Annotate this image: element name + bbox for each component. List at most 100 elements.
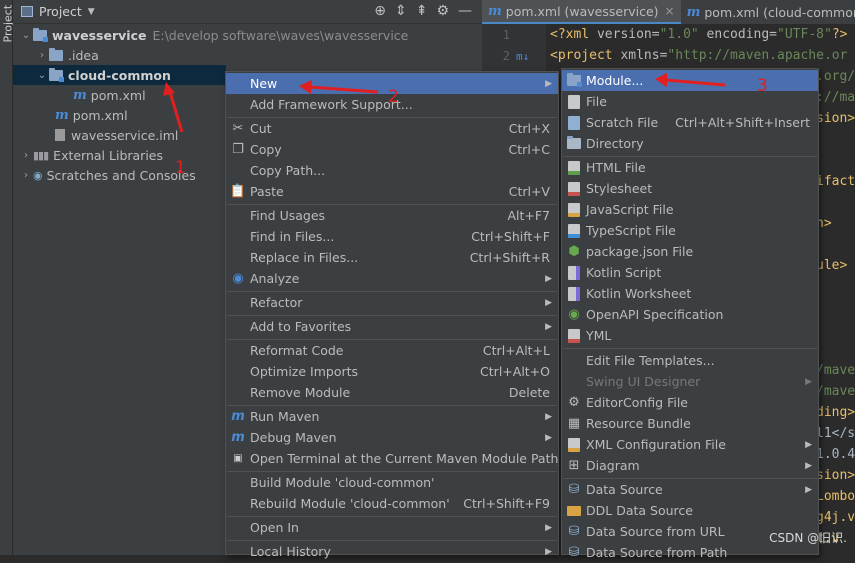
menu-item-refactor[interactable]: Refactor ▶ bbox=[226, 292, 558, 313]
crosshair-icon[interactable]: ⊕ bbox=[374, 3, 386, 19]
tree-item-cloud-common[interactable]: ⌄ cloud-common bbox=[13, 65, 226, 85]
chevron-down-icon[interactable]: ⌄ bbox=[35, 70, 49, 81]
code-fragment: 1.0.4 bbox=[816, 447, 855, 462]
menu-item-add-to-favorites[interactable]: Add to Favorites ▶ bbox=[226, 316, 558, 337]
menu-item-label: Debug Maven bbox=[250, 430, 337, 445]
submenu-arrow-icon: ▶ bbox=[545, 411, 552, 422]
menu-item-label: Replace in Files... bbox=[250, 250, 359, 265]
tree-item-scratches[interactable]: › ◉ Scratches and Consoles bbox=[19, 165, 196, 185]
file-icon bbox=[566, 94, 582, 110]
chevron-right-icon[interactable]: › bbox=[19, 170, 33, 181]
code-line-2: <project xmlns="http://maven.apache.or bbox=[550, 48, 847, 63]
minimize-icon[interactable]: — bbox=[458, 3, 472, 19]
scissors-icon: ✂ bbox=[232, 121, 244, 136]
menu-item-label: package.json File bbox=[586, 244, 694, 259]
maven-override-icon[interactable]: m↓ bbox=[516, 50, 529, 63]
code-fragment: ://ma bbox=[816, 90, 855, 105]
html-file-icon bbox=[566, 160, 582, 176]
project-tool-window-strip[interactable]: Project bbox=[0, 0, 15, 555]
menu-item-shortcut: Ctrl+V bbox=[508, 184, 550, 199]
menu-item-ddl-data-source[interactable]: DDL Data Source bbox=[562, 500, 818, 521]
scratches-icon: ◉ bbox=[33, 168, 43, 182]
menu-item-paste[interactable]: 📋 Paste Ctrl+V bbox=[226, 181, 558, 202]
code-token: ?> bbox=[831, 27, 848, 42]
project-view-selector[interactable]: Project ▼ bbox=[13, 4, 95, 19]
chevron-down-icon[interactable]: ⌄ bbox=[19, 30, 33, 41]
menu-item-label: Data Source from URL bbox=[586, 524, 725, 539]
tree-item-label: wavesservice bbox=[52, 27, 147, 43]
gear-icon[interactable]: ⚙ bbox=[436, 3, 449, 19]
menu-item-edit-file-templates[interactable]: Edit File Templates... bbox=[562, 350, 818, 371]
menu-item-rebuild-module[interactable]: Rebuild Module 'cloud-common' Ctrl+Shift… bbox=[226, 493, 558, 514]
menu-item-label: OpenAPI Specification bbox=[586, 307, 724, 322]
tab-pom-cloud-common[interactable]: m pom.xml (cloud-common) bbox=[681, 0, 855, 24]
menu-item-file[interactable]: File bbox=[562, 91, 818, 112]
menu-item-xml-config[interactable]: XML Configuration File ▶ bbox=[562, 434, 818, 455]
tree-item-iml[interactable]: wavesservice.iml bbox=[55, 125, 178, 145]
menu-item-copy-path[interactable]: Copy Path... bbox=[226, 160, 558, 181]
menu-item-copy[interactable]: ❐ Copy Ctrl+C bbox=[226, 139, 558, 160]
menu-item-shortcut: Alt+F7 bbox=[507, 208, 550, 223]
menu-item-label: HTML File bbox=[586, 160, 646, 175]
menu-item-openapi[interactable]: ◉ OpenAPI Specification bbox=[562, 304, 818, 325]
menu-item-kotlin-script[interactable]: Kotlin Script bbox=[562, 262, 818, 283]
menu-item-build-module[interactable]: Build Module 'cloud-common' bbox=[226, 472, 558, 493]
menu-item-reformat-code[interactable]: Reformat Code Ctrl+Alt+L bbox=[226, 340, 558, 361]
menu-item-optimize-imports[interactable]: Optimize Imports Ctrl+Alt+O bbox=[226, 361, 558, 382]
menu-item-local-history[interactable]: Local History ▶ bbox=[226, 541, 558, 562]
tree-item-root-pom[interactable]: m pom.xml bbox=[55, 105, 128, 125]
menu-item-module[interactable]: Module... bbox=[562, 70, 818, 91]
menu-item-run-maven[interactable]: m Run Maven ▶ bbox=[226, 406, 558, 427]
maven-file-icon: m bbox=[686, 4, 701, 20]
menu-item-remove-module[interactable]: Remove Module Delete bbox=[226, 382, 558, 403]
menu-item-label: Refactor bbox=[250, 295, 303, 310]
menu-item-label: Open Terminal at the Current Maven Modul… bbox=[250, 451, 559, 466]
menu-separator bbox=[563, 348, 817, 349]
tree-item-label: pom.xml bbox=[90, 87, 146, 103]
chevron-right-icon[interactable]: › bbox=[35, 50, 49, 61]
menu-item-cut[interactable]: ✂ Cut Ctrl+X bbox=[226, 118, 558, 139]
tree-item-cloud-pom[interactable]: m pom.xml bbox=[73, 85, 146, 105]
tree-item-external-libraries[interactable]: › ▮▮▮ External Libraries bbox=[19, 145, 163, 165]
menu-item-open-in[interactable]: Open In ▶ bbox=[226, 517, 558, 538]
menu-item-replace-in-files[interactable]: Replace in Files... Ctrl+Shift+R bbox=[226, 247, 558, 268]
tree-item-wavesservice[interactable]: ⌄ wavesservice E:\develop software\waves… bbox=[19, 25, 408, 45]
menu-item-kotlin-worksheet[interactable]: Kotlin Worksheet bbox=[562, 283, 818, 304]
menu-item-debug-maven[interactable]: m Debug Maven ▶ bbox=[226, 427, 558, 448]
submenu-arrow-icon: ▶ bbox=[805, 484, 812, 495]
menu-item-stylesheet[interactable]: Stylesheet bbox=[562, 178, 818, 199]
menu-item-scratch-file[interactable]: Scratch File Ctrl+Alt+Shift+Insert bbox=[562, 112, 818, 133]
menu-item-open-terminal[interactable]: ▣ Open Terminal at the Current Maven Mod… bbox=[226, 448, 558, 469]
close-icon[interactable]: × bbox=[665, 4, 675, 18]
tree-item-label: External Libraries bbox=[53, 147, 163, 163]
menu-item-find-in-files[interactable]: Find in Files... Ctrl+Shift+F bbox=[226, 226, 558, 247]
code-fragment: ding> bbox=[816, 405, 855, 420]
menu-item-directory[interactable]: Directory bbox=[562, 133, 818, 154]
menu-item-resource-bundle[interactable]: ▦ Resource Bundle bbox=[562, 413, 818, 434]
menu-item-typescript-file[interactable]: TypeScript File bbox=[562, 220, 818, 241]
expand-all-icon[interactable]: ⇕ bbox=[395, 3, 407, 19]
kotlin-worksheet-icon bbox=[566, 286, 582, 302]
menu-item-label: File bbox=[586, 94, 607, 109]
line-number: 2 bbox=[502, 49, 510, 63]
menu-item-package-json[interactable]: ⬢ package.json File bbox=[562, 241, 818, 262]
menu-item-html-file[interactable]: HTML File bbox=[562, 157, 818, 178]
collapse-all-icon[interactable]: ⇞ bbox=[416, 3, 428, 19]
menu-item-shortcut: Ctrl+Shift+R bbox=[469, 250, 550, 265]
menu-item-analyze[interactable]: ◉ Analyze ▶ bbox=[226, 268, 558, 289]
menu-item-data-source[interactable]: ⛁ Data Source ▶ bbox=[562, 479, 818, 500]
menu-item-find-usages[interactable]: Find Usages Alt+F7 bbox=[226, 205, 558, 226]
tree-item-path: E:\develop software\waves\wavesservice bbox=[152, 27, 409, 43]
tree-item-label: wavesservice.iml bbox=[71, 127, 179, 143]
menu-item-javascript-file[interactable]: JavaScript File bbox=[562, 199, 818, 220]
code-fragment: /mave bbox=[816, 384, 855, 399]
menu-item-editorconfig[interactable]: ⚙ EditorConfig File bbox=[562, 392, 818, 413]
menu-item-label: Data Source bbox=[586, 482, 663, 497]
openapi-icon: ◉ bbox=[568, 307, 580, 322]
tab-pom-wavesservice[interactable]: m pom.xml (wavesservice) × bbox=[482, 0, 681, 24]
tree-item-idea[interactable]: › .idea bbox=[35, 45, 99, 65]
chevron-right-icon[interactable]: › bbox=[19, 150, 33, 161]
menu-item-label: Optimize Imports bbox=[250, 364, 359, 379]
menu-item-diagram[interactable]: ⊞ Diagram ▶ bbox=[562, 455, 818, 476]
menu-item-yml[interactable]: YML bbox=[562, 325, 818, 346]
